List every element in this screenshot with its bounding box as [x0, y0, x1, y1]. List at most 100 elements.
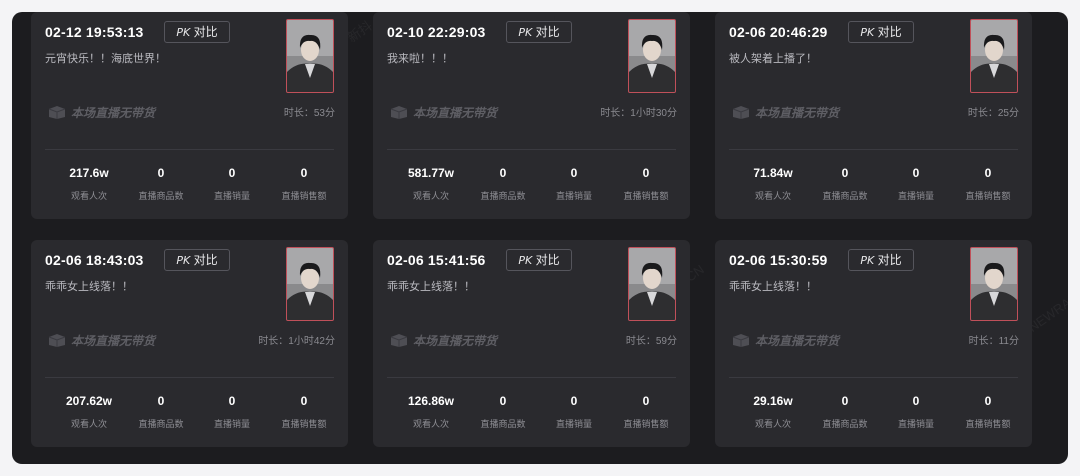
stat-product-count: 0 直播商品数 — [121, 166, 201, 202]
stat-sales-volume: 0 直播销量 — [534, 166, 614, 202]
stat-product-count: 0 直播商品数 — [121, 394, 201, 430]
no-sales-text: 本场直播无带货 — [413, 333, 498, 348]
streamer-thumbnail[interactable] — [628, 247, 676, 321]
stat-label: 观看人次 — [754, 191, 791, 201]
stat-sales-amount: 0 直播销售额 — [606, 394, 686, 430]
stat-views: 581.77w 观看人次 — [391, 166, 471, 202]
pk-compare-button[interactable]: PK 对比 — [848, 21, 914, 43]
divider — [387, 149, 676, 150]
live-record-card[interactable]: 02-12 19:53:13 PK 对比 元宵快乐！！海底世界！ 本场直播无带货… — [31, 12, 348, 219]
no-sales-badge: 本场直播无带货 — [731, 104, 839, 120]
stat-value: 0 — [984, 394, 992, 408]
pk-compare-button[interactable]: PK 对比 — [506, 249, 572, 271]
divider — [729, 149, 1018, 150]
stat-sales-volume: 0 直播销量 — [192, 394, 272, 430]
stat-sales-amount: 0 直播销售额 — [606, 166, 686, 202]
streamer-thumbnail[interactable] — [970, 247, 1018, 321]
pk-compare-label: 对比 — [877, 253, 902, 267]
pk-label: PK — [518, 26, 533, 39]
stat-product-count: 0 直播商品数 — [805, 394, 885, 430]
package-icon — [390, 334, 408, 347]
live-record-card[interactable]: 02-06 18:43:03 PK 对比 乖乖女上线落！！ 本场直播无带货 时长… — [31, 240, 348, 447]
stat-label: 观看人次 — [70, 191, 107, 201]
live-record-card[interactable]: 02-06 15:41:56 PK 对比 乖乖女上线落！！ 本场直播无带货 时长… — [373, 240, 690, 447]
live-record-card[interactable]: 02-06 15:30:59 PK 对比 乖乖女上线落！！ 本场直播无带货 时长… — [715, 240, 1032, 447]
pk-compare-label: 对比 — [535, 253, 560, 267]
stat-label: 直播销量 — [555, 191, 592, 201]
live-start-time: 02-06 15:30:59 — [729, 252, 828, 268]
stat-label: 观看人次 — [70, 419, 107, 429]
pk-label: PK — [860, 26, 875, 39]
pk-compare-button[interactable]: PK 对比 — [164, 249, 230, 271]
streamer-thumbnail[interactable] — [286, 19, 334, 93]
stat-value: 0 — [642, 166, 650, 180]
stat-value: 0 — [157, 394, 165, 408]
no-sales-text: 本场直播无带货 — [755, 333, 840, 348]
no-sales-text: 本场直播无带货 — [413, 105, 498, 120]
stat-sales-volume: 0 直播销量 — [192, 166, 272, 202]
stat-sales-amount: 0 直播销售额 — [948, 394, 1028, 430]
live-title: 乖乖女上线落！！ — [387, 281, 475, 293]
stat-label: 观看人次 — [412, 191, 449, 201]
live-start-time: 02-10 22:29:03 — [387, 24, 486, 40]
stat-label: 直播商品数 — [138, 191, 184, 201]
pk-label: PK — [176, 254, 191, 267]
stat-value: 217.6w — [69, 166, 109, 180]
stat-label: 直播销售额 — [965, 191, 1011, 201]
no-sales-text: 本场直播无带货 — [71, 333, 156, 348]
stat-label: 直播商品数 — [138, 419, 184, 429]
stat-value: 126.86w — [407, 394, 455, 408]
stat-value: 0 — [912, 394, 920, 408]
no-sales-badge: 本场直播无带货 — [47, 332, 155, 348]
stat-label: 直播商品数 — [822, 191, 868, 201]
live-start-time: 02-12 19:53:13 — [45, 24, 144, 40]
stat-label: 直播商品数 — [480, 191, 526, 201]
stat-views: 71.84w 观看人次 — [733, 166, 813, 202]
live-records-panel: 新榜 · 新抖 XD.NEWRANK.CN XD.NEWRANK.CN XD.N… — [12, 12, 1068, 464]
stat-product-count: 0 直播商品数 — [463, 394, 543, 430]
stat-value: 0 — [228, 166, 236, 180]
stat-product-count: 0 直播商品数 — [805, 166, 885, 202]
stat-label: 直播销售额 — [281, 419, 327, 429]
stat-label: 直播销售额 — [623, 419, 669, 429]
stat-value: 0 — [157, 166, 165, 180]
stat-sales-volume: 0 直播销量 — [876, 394, 956, 430]
pk-compare-label: 对比 — [877, 25, 902, 39]
stat-views: 217.6w 观看人次 — [49, 166, 129, 202]
stat-value: 0 — [499, 166, 507, 180]
pk-compare-button[interactable]: PK 对比 — [164, 21, 230, 43]
live-title: 元宵快乐！！海底世界！ — [45, 53, 166, 65]
stat-value: 0 — [228, 394, 236, 408]
live-record-card[interactable]: 02-06 20:46:29 PK 对比 被人架着上播了！ 本场直播无带货 时长… — [715, 12, 1032, 219]
live-duration: 时长：1小时30分 — [600, 108, 677, 119]
pk-compare-button[interactable]: PK 对比 — [848, 249, 914, 271]
pk-label: PK — [860, 254, 875, 267]
package-icon — [732, 106, 750, 119]
stat-sales-volume: 0 直播销量 — [876, 166, 956, 202]
live-duration: 时长：11分 — [968, 336, 1019, 347]
stat-label: 直播销量 — [213, 419, 250, 429]
stat-value: 581.77w — [407, 166, 455, 180]
live-duration: 时长：59分 — [625, 336, 677, 347]
live-title: 乖乖女上线落！！ — [45, 281, 133, 293]
package-icon — [48, 334, 66, 347]
pk-label: PK — [176, 26, 191, 39]
stat-sales-amount: 0 直播销售额 — [264, 394, 344, 430]
streamer-thumbnail[interactable] — [970, 19, 1018, 93]
stat-label: 直播销量 — [555, 419, 592, 429]
stat-value: 0 — [300, 394, 308, 408]
stat-label: 直播销售额 — [281, 191, 327, 201]
stat-sales-amount: 0 直播销售额 — [948, 166, 1028, 202]
streamer-thumbnail[interactable] — [286, 247, 334, 321]
pk-label: PK — [518, 254, 533, 267]
streamer-thumbnail[interactable] — [628, 19, 676, 93]
live-duration: 时长：25分 — [967, 108, 1019, 119]
stat-views: 126.86w 观看人次 — [391, 394, 471, 430]
stat-value: 0 — [912, 166, 920, 180]
live-record-card[interactable]: 02-10 22:29:03 PK 对比 我来啦！！！ 本场直播无带货 时长：1… — [373, 12, 690, 219]
pk-compare-button[interactable]: PK 对比 — [506, 21, 572, 43]
stat-value: 0 — [570, 166, 578, 180]
stat-value: 0 — [841, 166, 849, 180]
stat-label: 直播销量 — [897, 191, 934, 201]
package-icon — [732, 334, 750, 347]
